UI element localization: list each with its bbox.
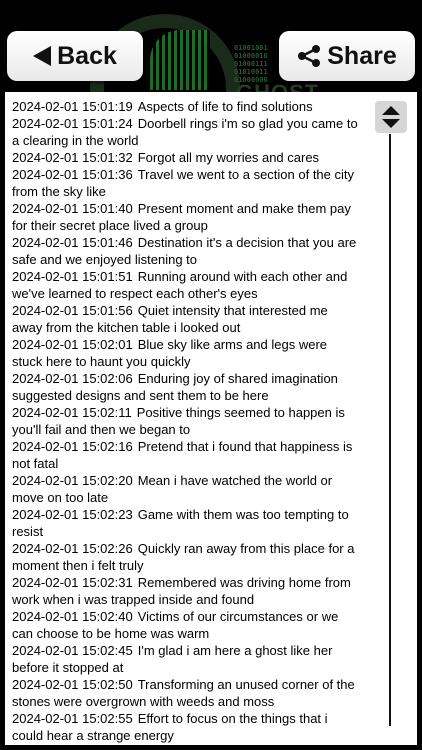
log-timestamp: 2024-02-01 15:02:16 — [12, 439, 133, 454]
log-timestamp: 2024-02-01 15:01:19 — [12, 99, 133, 114]
log-timestamp: 2024-02-01 15:01:56 — [12, 303, 133, 318]
log-entry: 2024-02-01 15:02:26 Quickly ran away from… — [12, 540, 360, 574]
log-timestamp: 2024-02-01 15:02:26 — [12, 541, 133, 556]
share-icon — [298, 45, 321, 67]
log-timestamp: 2024-02-01 15:02:11 — [12, 405, 132, 420]
top-bar: 01001001 01000010 01000111 01010011 0100… — [0, 0, 422, 92]
log-timestamp: 2024-02-01 15:02:40 — [12, 609, 133, 624]
log-list: 2024-02-01 15:01:19 Aspects of life to fi… — [12, 98, 360, 744]
log-entry: 2024-02-01 15:01:51 Running around with e… — [12, 268, 360, 302]
share-button[interactable]: Share — [279, 31, 415, 81]
log-entry: 2024-02-01 15:01:46 Destination it's a de… — [12, 234, 360, 268]
log-timestamp: 2024-02-01 15:02:23 — [12, 507, 133, 522]
log-entry: 2024-02-01 15:02:50 Transforming an unuse… — [12, 676, 360, 710]
log-panel[interactable]: 2024-02-01 15:01:19 Aspects of life to fi… — [5, 92, 417, 745]
log-timestamp: 2024-02-01 15:02:55 — [12, 711, 133, 726]
log-entry: 2024-02-01 15:02:11 Positive things seeme… — [12, 404, 360, 438]
back-arrow-icon — [33, 46, 52, 66]
log-timestamp: 2024-02-01 15:02:01 — [12, 337, 133, 352]
logo-binary: 01001001 01000010 01000111 01010011 0100… — [234, 44, 268, 84]
log-timestamp: 2024-02-01 15:01:46 — [12, 235, 133, 250]
log-entry: 2024-02-01 15:01:36 Travel we went to a s… — [12, 166, 360, 200]
log-timestamp: 2024-02-01 15:01:32 — [12, 150, 133, 165]
log-entry: 2024-02-01 15:02:55 Effort to focus on th… — [12, 710, 360, 744]
back-button[interactable]: Back — [7, 31, 143, 81]
log-entry: 2024-02-01 15:01:40 Present moment and ma… — [12, 200, 360, 234]
log-timestamp: 2024-02-01 15:01:24 — [12, 116, 133, 131]
log-entry: 2024-02-01 15:01:19 Aspects of life to fi… — [12, 98, 360, 115]
log-entry: 2024-02-01 15:01:24 Doorbell rings i'm so… — [12, 115, 360, 149]
back-button-label: Back — [57, 41, 117, 70]
log-timestamp: 2024-02-01 15:02:45 — [12, 643, 133, 658]
log-entry: 2024-02-01 15:02:01 Blue sky like arms an… — [12, 336, 360, 370]
log-timestamp: 2024-02-01 15:01:51 — [12, 269, 133, 284]
log-timestamp: 2024-02-01 15:02:50 — [12, 677, 133, 692]
log-entry: 2024-02-01 15:01:32 Forgot all my worries… — [12, 149, 360, 166]
log-entry: 2024-02-01 15:01:56 Quiet intensity that … — [12, 302, 360, 336]
log-timestamp: 2024-02-01 15:01:40 — [12, 201, 133, 216]
scroll-arrows-icon — [382, 106, 400, 128]
logo-text: GHOST — [236, 80, 319, 92]
log-text: Forgot all my worries and cares — [137, 150, 320, 165]
log-entry: 2024-02-01 15:02:16 Pretend that i found … — [12, 438, 360, 472]
scrollbar-track[interactable] — [389, 134, 391, 726]
log-entry: 2024-02-01 15:02:40 Victims of our circum… — [12, 608, 360, 642]
log-entry: 2024-02-01 15:02:20 Mean i have watched t… — [12, 472, 360, 506]
log-timestamp: 2024-02-01 15:01:36 — [12, 167, 133, 182]
log-timestamp: 2024-02-01 15:02:06 — [12, 371, 133, 386]
log-text: Aspects of life to find solutions — [137, 99, 313, 114]
log-timestamp: 2024-02-01 15:02:31 — [12, 575, 133, 590]
logo-mark — [150, 30, 210, 90]
log-entry: 2024-02-01 15:02:23 Game with them was to… — [12, 506, 360, 540]
share-button-label: Share — [327, 41, 397, 70]
log-timestamp: 2024-02-01 15:02:20 — [12, 473, 133, 488]
scroll-handle[interactable] — [375, 101, 407, 133]
log-entry: 2024-02-01 15:02:45 I'm glad i am here a … — [12, 642, 360, 676]
log-entry: 2024-02-01 15:02:31 Remembered was drivin… — [12, 574, 360, 608]
log-entry: 2024-02-01 15:02:06 Enduring joy of share… — [12, 370, 360, 404]
